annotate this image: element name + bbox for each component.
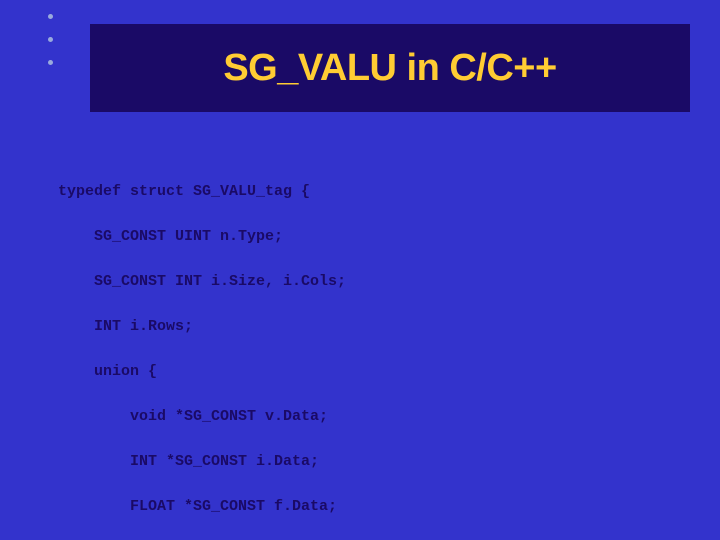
bullet-icon: [48, 60, 53, 65]
code-line: SG_CONST INT i.Size, i.Cols;: [58, 271, 427, 294]
code-block: typedef struct SG_VALU_tag { SG_CONST UI…: [58, 158, 427, 540]
code-line: void *SG_CONST v.Data;: [58, 406, 427, 429]
code-line: union {: [58, 361, 427, 384]
code-line: FLOAT *SG_CONST f.Data;: [58, 496, 427, 519]
code-line: SG_CONST UINT n.Type;: [58, 226, 427, 249]
slide-title: SG_VALU in C/C++: [223, 47, 556, 90]
code-line: typedef struct SG_VALU_tag {: [58, 181, 427, 204]
code-line: INT i.Rows;: [58, 316, 427, 339]
decorative-bullets: [48, 14, 53, 83]
bullet-icon: [48, 14, 53, 19]
bullet-icon: [48, 37, 53, 42]
title-bar: SG_VALU in C/C++: [90, 24, 690, 112]
code-line: INT *SG_CONST i.Data;: [58, 451, 427, 474]
